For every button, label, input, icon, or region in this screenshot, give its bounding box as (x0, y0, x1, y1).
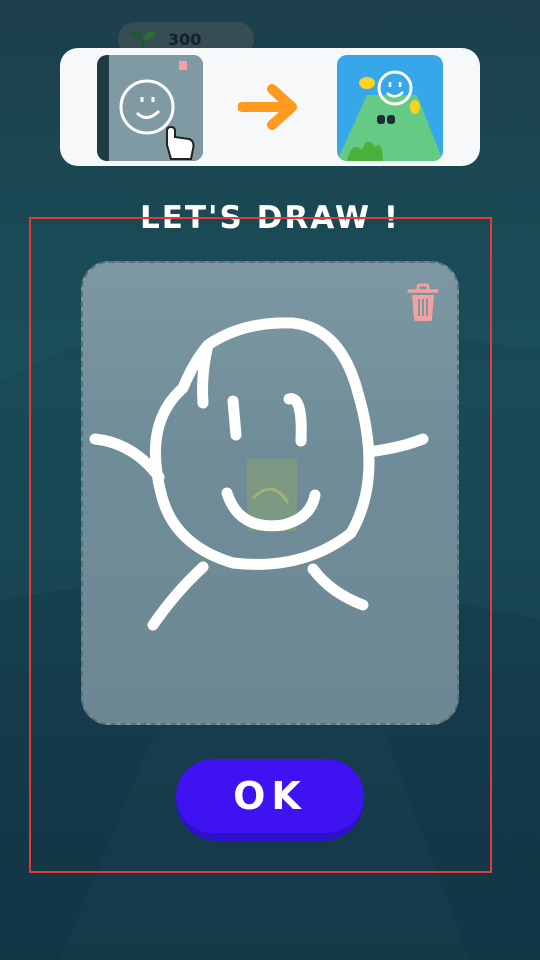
ok-button-face: OK (176, 759, 364, 833)
stick-figure-drawing (89, 317, 429, 631)
trash-icon[interactable] (405, 283, 441, 323)
coin-count: 300 (168, 29, 202, 49)
sprout-icon (130, 31, 156, 49)
drawing-canvas[interactable] (81, 261, 459, 725)
draw-face-hint-icon (97, 55, 203, 161)
arrow-right-icon (238, 84, 297, 130)
tutorial-hint-card (60, 48, 480, 166)
ok-button[interactable]: OK (176, 759, 364, 841)
ok-button-label: OK (233, 774, 307, 818)
game-preview-icon (337, 55, 443, 161)
